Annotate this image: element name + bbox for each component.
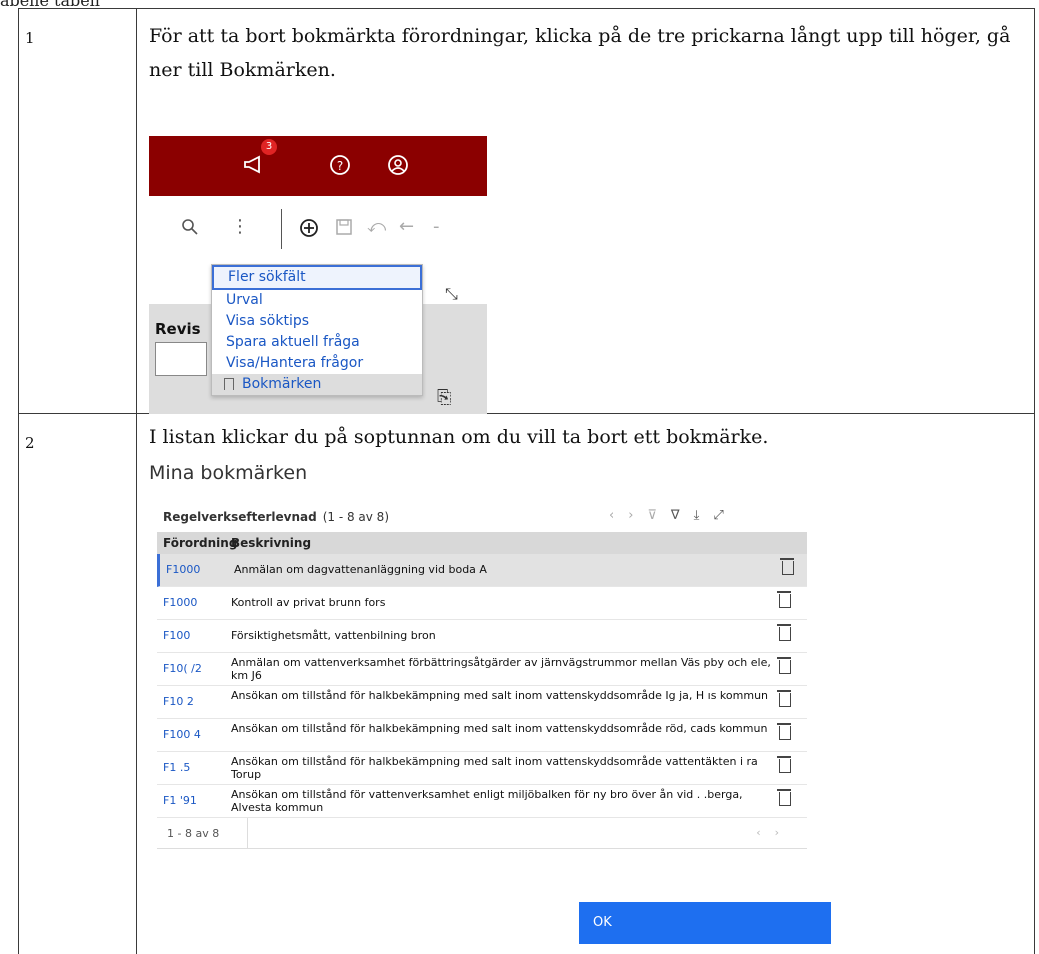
trash-icon[interactable]: [779, 660, 791, 674]
save-icon: [335, 218, 353, 236]
options-menu: Fler sökfält Urval Visa söktips Spara ak…: [211, 264, 423, 396]
step-content-cell: För att ta bort bokmärkta förordningar, …: [137, 9, 1035, 414]
table-row[interactable]: F100 4 Ansökan om tillstånd för halkbekä…: [157, 719, 807, 752]
bookmark-icon: [224, 378, 234, 390]
row-code[interactable]: F1000: [166, 563, 200, 576]
grid-column-headers: Förordning Beskrivning: [157, 532, 807, 554]
field-label: Revis: [155, 320, 201, 338]
grid-footer: 1 - 8 av 8 ‹›: [157, 818, 807, 849]
table-row[interactable]: F1 .5 Ansökan om tillstånd för halkbekäm…: [157, 752, 807, 785]
pagination-text: 1 - 8 av 8: [167, 827, 219, 840]
search-icon: [181, 218, 199, 236]
row-description: Försiktighetsmått, vattenbilning bron: [231, 629, 771, 642]
toolbar-menu-screenshot: 3 ? ⋮: [149, 124, 487, 414]
table-row[interactable]: F100 Försiktighetsmått, vattenbilning br…: [157, 620, 807, 653]
table-row[interactable]: F1 '91 Ansökan om tillstånd för vattenve…: [157, 785, 807, 818]
step-number: 1: [19, 9, 136, 47]
trash-icon[interactable]: [779, 726, 791, 740]
trash-icon[interactable]: [779, 693, 791, 707]
menu-item-spara-fraga[interactable]: Spara aktuell fråga: [212, 332, 422, 353]
step-instruction: I listan klickar du på soptunnan om du v…: [137, 414, 1034, 450]
grid-toolbar: ‹›⊽∇⤓⤢: [609, 508, 738, 523]
trash-icon[interactable]: [779, 759, 791, 773]
row-description: Ansökan om tillstånd för halkbekämpning …: [231, 689, 771, 702]
app-header-bar: [149, 136, 487, 196]
clear-filter-icon: ⊽: [647, 508, 671, 523]
step-number-cell: 2: [19, 414, 137, 954]
help-icon: ?: [329, 154, 351, 176]
download-icon[interactable]: ⤓: [694, 508, 714, 523]
row-description: Ansökan om tillstånd för halkbekämpning …: [231, 755, 771, 781]
table-row[interactable]: F1000 Kontroll av privat brunn fors: [157, 587, 807, 620]
row-code[interactable]: F10( /2: [163, 662, 202, 675]
grid-header: Regelverksefterlevnad (1 - 8 av 8): [163, 510, 389, 524]
menu-item-urval[interactable]: Urval: [212, 290, 422, 311]
add-circle-icon: [299, 218, 319, 238]
row-code[interactable]: F1000: [163, 596, 197, 609]
toolbar-divider: [281, 209, 282, 249]
expand-icon[interactable]: ⤢: [713, 508, 737, 523]
row-description: Ansökan om tillstånd för vattenverksamhe…: [231, 788, 771, 814]
collapse-icon: ⤡: [445, 284, 458, 304]
grid-count: (1 - 8 av 8): [323, 510, 389, 524]
row-description: Kontroll av privat brunn fors: [231, 596, 771, 609]
row-description: Ansökan om tillstånd för halkbekämpning …: [231, 722, 771, 735]
step-row: 2 I listan klickar du på soptunnan om du…: [19, 414, 1035, 954]
megaphone-icon: [243, 154, 265, 174]
table-row[interactable]: F1000 Anmälan om dagvattenanläggning vid…: [157, 554, 807, 587]
bookmarks-grid: Förordning Beskrivning F1000 Anmälan om …: [157, 532, 807, 849]
row-description: Anmälan om dagvattenanläggning vid boda …: [234, 563, 774, 576]
row-code[interactable]: F1 '91: [163, 794, 197, 807]
menu-item-hantera-fragor[interactable]: Visa/Hantera frågor: [212, 353, 422, 374]
bookmarks-title: Mina bokmärken: [149, 462, 307, 484]
table-row[interactable]: F10 2 Ansökan om tillstånd för halkbekäm…: [157, 686, 807, 719]
column-header[interactable]: Förordning: [163, 536, 237, 550]
next-icon: ›: [628, 508, 647, 523]
trash-icon[interactable]: [782, 561, 794, 575]
grid-title: Regelverksefterlevnad: [163, 510, 317, 524]
bookmarks-screenshot: Mina bokmärken Regelverksefterlevnad (1 -…: [149, 462, 849, 944]
step-content-cell: I listan klickar du på soptunnan om du v…: [137, 414, 1035, 954]
notification-badge: 3: [261, 139, 277, 155]
row-description: Anmälan om vattenverksamhet förbättrings…: [231, 656, 771, 682]
step-instruction: För att ta bort bokmärkta förordningar, …: [137, 9, 1034, 87]
menu-item-bokmarken-label: Bokmärken: [242, 376, 321, 392]
menu-item-visa-soktips[interactable]: Visa söktips: [212, 311, 422, 332]
row-code[interactable]: F1 .5: [163, 761, 190, 774]
step-row: 1 För att ta bort bokmärkta förordningar…: [19, 9, 1035, 414]
undo-icon: ⤺: [367, 216, 386, 237]
row-code[interactable]: F10 2: [163, 695, 194, 708]
prev-icon: ‹: [609, 508, 628, 523]
row-code[interactable]: F100 4: [163, 728, 201, 741]
menu-item-fler-sokfalt[interactable]: Fler sökfält: [212, 265, 422, 290]
more-options-icon: ⋮: [231, 216, 249, 237]
add-bookmark-icon: ⎘: [437, 387, 451, 408]
footer-divider: [247, 818, 248, 848]
field-input[interactable]: [155, 342, 207, 376]
row-code[interactable]: F100: [163, 629, 190, 642]
trash-icon[interactable]: [779, 792, 791, 806]
trash-icon[interactable]: [779, 594, 791, 608]
table-row[interactable]: F10( /2 Anmälan om vattenverksamhet förb…: [157, 653, 807, 686]
back-arrow-icon: ←: [399, 216, 414, 237]
menu-item-bokmarken[interactable]: Bokmärken: [212, 374, 422, 395]
steps-table: 1 För att ta bort bokmärkta förordningar…: [18, 8, 1035, 954]
pagination-nav[interactable]: ‹›: [756, 826, 793, 839]
user-icon: [387, 154, 409, 176]
filter-icon[interactable]: ∇: [671, 508, 694, 523]
step-number: 2: [19, 414, 136, 452]
minus-icon: -: [433, 216, 440, 237]
trash-icon[interactable]: [779, 627, 791, 641]
svg-text:?: ?: [337, 159, 343, 173]
column-header[interactable]: Beskrivning: [231, 536, 311, 550]
step-number-cell: 1: [19, 9, 137, 414]
